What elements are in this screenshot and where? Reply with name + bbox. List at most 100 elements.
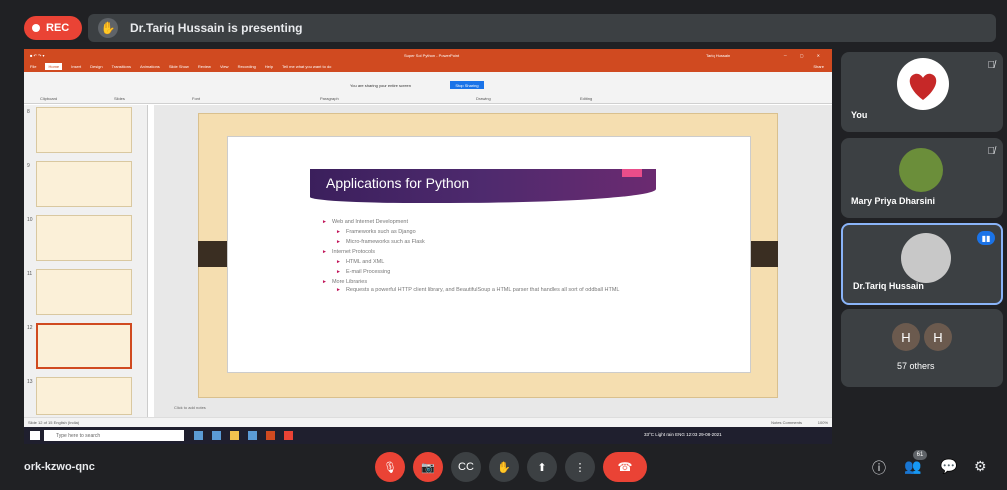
- participant-tile-mary[interactable]: 🎙̸ Mary Priya Dharsini: [841, 138, 1003, 218]
- arrow-bullet-icon: ►: [322, 279, 327, 285]
- status-left: Slide 12 of 15 English (India): [28, 420, 80, 425]
- windows-taskbar: Type here to search 33°C Light rain ENG …: [24, 427, 832, 444]
- group-drawing: Drawing: [476, 96, 491, 101]
- slide-editor[interactable]: Applications for Python ► Web and Interne…: [154, 105, 832, 417]
- slide-number: 8: [27, 109, 30, 115]
- chrome-icon[interactable]: [284, 431, 293, 440]
- taskbar-search-input[interactable]: Type here to search: [44, 430, 184, 441]
- ppt-statusbar: Slide 12 of 15 English (India) Notes Com…: [24, 417, 832, 427]
- people-icon[interactable]: 👥: [904, 458, 921, 475]
- menu-home[interactable]: Home: [45, 63, 63, 70]
- zoom-level[interactable]: 100%: [818, 420, 828, 425]
- presenting-banner: ✋ Dr.Tariq Hussain is presenting: [88, 14, 996, 42]
- title-banner: Applications for Python: [310, 169, 656, 203]
- user-name: Tariq Hussain: [706, 52, 731, 58]
- menu-animations[interactable]: Animations: [140, 64, 160, 69]
- slide-number: 9: [27, 163, 30, 169]
- slide-thumb-12[interactable]: [36, 323, 132, 369]
- arrow-bullet-icon: ►: [336, 239, 341, 245]
- bullet-item: ► More Libraries: [322, 279, 368, 285]
- slide-number: 10: [27, 217, 33, 223]
- meet-controls-bar: ork-kzwo-qnc 🎙 📷 CC ✋ ⬆ ⋮ ☎ ⓘ 👥 61 💬 ⚙: [0, 446, 1007, 490]
- participant-tile-you[interactable]: 🎙̸ You: [841, 52, 1003, 132]
- mic-off-button[interactable]: 🎙: [375, 452, 405, 482]
- group-slides: Slides: [114, 96, 125, 101]
- edge-icon[interactable]: [212, 431, 221, 440]
- store-icon[interactable]: [248, 431, 257, 440]
- tell-me-search[interactable]: Tell me what you want to do: [282, 64, 331, 69]
- menu-recording[interactable]: Recording: [238, 64, 256, 69]
- recording-indicator: REC: [24, 16, 82, 40]
- captions-button[interactable]: CC: [451, 452, 481, 482]
- meeting-code[interactable]: ork-kzwo-qnc: [24, 461, 95, 473]
- menu-review[interactable]: Review: [198, 64, 211, 69]
- menu-file[interactable]: File: [30, 64, 36, 69]
- slide-title[interactable]: Applications for Python: [326, 175, 469, 191]
- group-clipboard: Clipboard: [40, 96, 58, 101]
- participant-name: Dr.Tariq Hussain: [853, 281, 924, 291]
- slide-thumb-10[interactable]: [36, 215, 132, 261]
- bullet-item: ► Micro-frameworks such as Flask: [336, 239, 425, 245]
- bullet-item: ► HTML and XML: [336, 259, 385, 265]
- task-view-icon[interactable]: [194, 431, 203, 440]
- menu-transitions[interactable]: Transitions: [112, 64, 131, 69]
- ppt-titlebar: ■ ↶ ↷ ▾ Super Sol Python - PowerPoint Ta…: [24, 49, 832, 61]
- slide-thumb-11[interactable]: [36, 269, 132, 315]
- arrow-bullet-icon: ►: [322, 219, 327, 225]
- bullet-list[interactable]: ► Web and Internet Development ► Framework…: [322, 217, 662, 294]
- avatar: [899, 148, 943, 192]
- presenting-text: Dr.Tariq Hussain is presenting: [130, 21, 303, 35]
- slide-thumb-9[interactable]: [36, 161, 132, 207]
- avatar: [897, 58, 949, 110]
- status-right[interactable]: Notes Comments: [771, 420, 802, 425]
- menu-help[interactable]: Help: [265, 64, 273, 69]
- slide-number: 11: [27, 271, 33, 277]
- end-call-button[interactable]: ☎: [603, 452, 647, 482]
- app-icon[interactable]: [266, 431, 275, 440]
- present-button[interactable]: ⬆: [527, 452, 557, 482]
- heart-icon: [909, 73, 937, 100]
- group-font: Font: [192, 96, 201, 101]
- window-title: Super Sol Python - PowerPoint: [404, 52, 460, 58]
- avatar: H: [892, 323, 920, 351]
- window-controls[interactable]: ─ ▢ ✕: [784, 53, 826, 58]
- menu-slide-show[interactable]: Slide Show: [169, 64, 189, 69]
- slide-number: 13: [27, 379, 33, 385]
- shared-screen: ■ ↶ ↷ ▾ Super Sol Python - PowerPoint Ta…: [24, 49, 832, 444]
- arrow-bullet-icon: ►: [336, 229, 341, 235]
- accent-block: [622, 169, 642, 177]
- menu-view[interactable]: View: [220, 64, 229, 69]
- mic-off-icon: 🎙̸: [987, 60, 996, 71]
- slide-thumb-8[interactable]: [36, 107, 132, 153]
- menu-design[interactable]: Design: [90, 64, 102, 69]
- stop-sharing-button[interactable]: Stop Sharing: [450, 81, 484, 89]
- menu-insert[interactable]: Insert: [71, 64, 81, 69]
- explorer-icon[interactable]: [230, 431, 239, 440]
- chat-icon[interactable]: 💬: [940, 458, 957, 475]
- info-icon[interactable]: ⓘ: [872, 458, 886, 478]
- slide-canvas[interactable]: Applications for Python ► Web and Interne…: [227, 136, 751, 373]
- avatar: [901, 233, 951, 283]
- sharing-notice: You are sharing your entire screen: [350, 83, 411, 88]
- quick-access-icons[interactable]: ■ ↶ ↷ ▾: [30, 53, 44, 58]
- more-options-button[interactable]: ⋮: [565, 452, 595, 482]
- participant-tile-others[interactable]: H H 57 others: [841, 309, 1003, 387]
- mic-off-icon: 🎙̸: [987, 146, 996, 157]
- bullet-item: ► E-mail Processing: [336, 269, 391, 275]
- bullet-item: ► Web and Internet Development: [322, 219, 408, 225]
- raise-hand-button[interactable]: ✋: [489, 452, 519, 482]
- slide-thumb-13[interactable]: [36, 377, 132, 415]
- participant-name: You: [851, 110, 868, 120]
- bullet-item: ► Requests a powerful HTTP client library…: [336, 287, 620, 293]
- participant-tile-presenter[interactable]: ▮▮ Dr.Tariq Hussain: [841, 223, 1003, 305]
- share-button[interactable]: Share: [813, 64, 824, 69]
- system-tray[interactable]: 33°C Light rain ENG 12:03 29-08-2021: [644, 432, 722, 437]
- activities-icon[interactable]: ⚙: [974, 458, 987, 475]
- others-count: 57 others: [897, 361, 935, 371]
- top-bar: REC ✋ Dr.Tariq Hussain is presenting: [0, 0, 1007, 50]
- arrow-bullet-icon: ►: [336, 287, 341, 293]
- windows-start-icon[interactable]: [30, 431, 40, 440]
- notes-placeholder[interactable]: Click to add notes: [174, 405, 206, 410]
- arrow-bullet-icon: ►: [336, 269, 341, 275]
- camera-off-button[interactable]: 📷: [413, 452, 443, 482]
